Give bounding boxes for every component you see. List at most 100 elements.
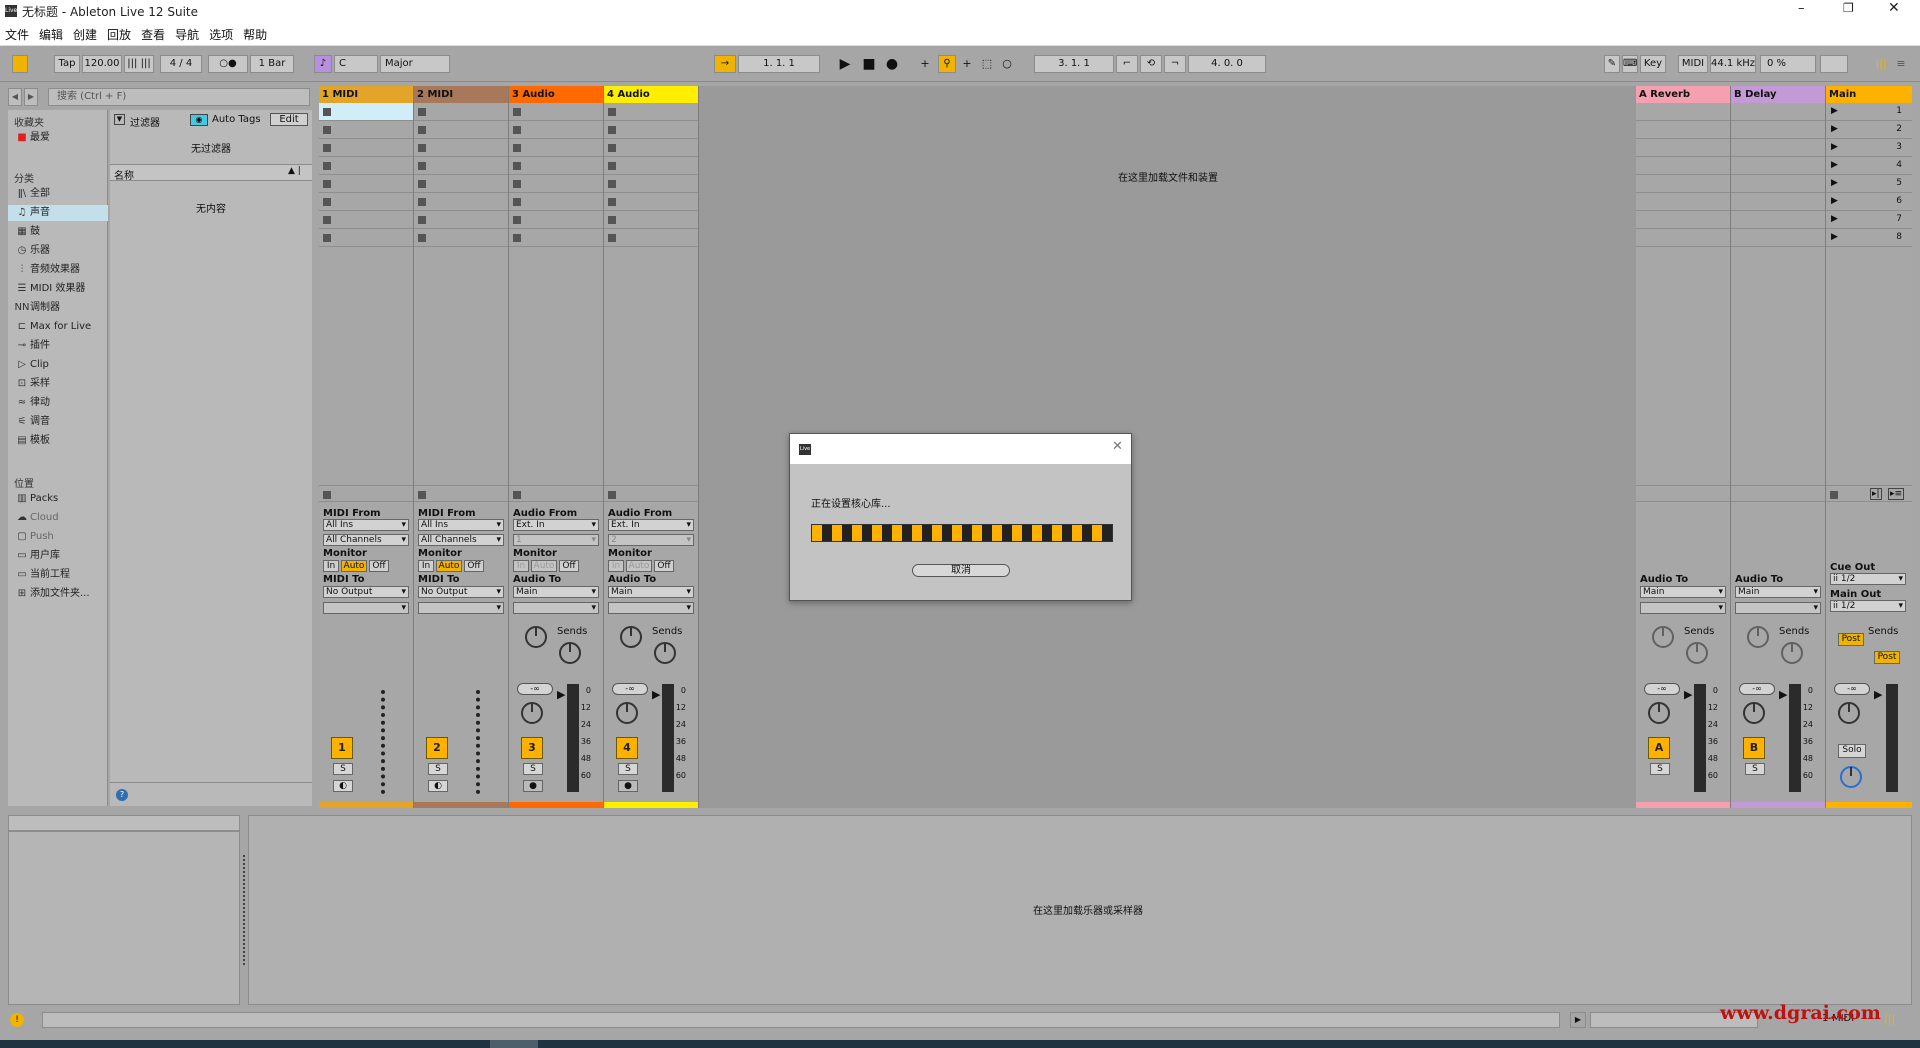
clip-slot[interactable]	[509, 139, 603, 157]
sort-asc-icon[interactable]: ▲ |	[288, 166, 301, 176]
cue-volume-knob[interactable]	[1840, 766, 1862, 788]
scene-5[interactable]: ▶ 5	[1826, 175, 1912, 193]
solo-button[interactable]: S	[523, 763, 543, 775]
clip-slot[interactable]	[319, 139, 413, 157]
volume-arrow-icon[interactable]: ▶	[1684, 688, 1692, 701]
clip-slot[interactable]	[509, 211, 603, 229]
send-b-knob[interactable]	[1781, 642, 1803, 664]
send-a-knob[interactable]	[525, 626, 547, 648]
scene-1[interactable]: ▶ 1	[1826, 103, 1912, 121]
solo-mode-button[interactable]: Solo	[1838, 744, 1866, 758]
clip-slot[interactable]	[509, 103, 603, 121]
menu-options[interactable]: 选项	[204, 22, 238, 43]
clip-slot[interactable]	[319, 157, 413, 175]
clip-slot[interactable]	[414, 157, 508, 175]
stop-icon[interactable]: ■	[860, 55, 878, 73]
output-channel-dropdown[interactable]	[1735, 602, 1821, 614]
clip-stop-icon[interactable]	[513, 234, 521, 242]
return-header[interactable]: B Delay	[1731, 86, 1825, 103]
filter-toggle-icon[interactable]: ▼	[114, 114, 125, 125]
scene-6[interactable]: ▶ 6	[1826, 193, 1912, 211]
monitor-off-button[interactable]: Off	[464, 560, 484, 572]
overdub-icon[interactable]: +	[916, 55, 934, 73]
volume-field[interactable]: -∞	[517, 683, 553, 695]
menu-create[interactable]: 创建	[68, 22, 102, 43]
output-dropdown[interactable]: Main	[513, 586, 599, 598]
clip-stop-icon[interactable]	[323, 216, 331, 224]
record-icon[interactable]: ●	[883, 55, 901, 73]
menu-view[interactable]: 查看	[136, 22, 170, 43]
clip-stop-icon[interactable]	[418, 144, 426, 152]
clip-stop-icon[interactable]	[513, 126, 521, 134]
arm-button[interactable]: ◐	[428, 780, 448, 792]
output-dropdown[interactable]: Main	[1640, 586, 1726, 598]
clip-slot[interactable]	[604, 139, 698, 157]
clip-slot[interactable]	[604, 103, 698, 121]
stop-clips-icon[interactable]	[608, 491, 616, 499]
clip-slot[interactable]	[319, 175, 413, 193]
scale-dropdown[interactable]: Major	[380, 55, 450, 73]
clip-slot[interactable]	[319, 211, 413, 229]
clip-stop-icon[interactable]	[323, 108, 331, 116]
clip-stop-icon[interactable]	[513, 144, 521, 152]
clip-stop-icon[interactable]	[608, 180, 616, 188]
clip-stop-icon[interactable]	[323, 144, 331, 152]
track-activator-button[interactable]: 3	[521, 737, 543, 759]
track-activator-button[interactable]: 2	[426, 737, 448, 759]
clip-stop-icon[interactable]	[513, 162, 521, 170]
send-b-knob[interactable]	[1686, 642, 1708, 664]
category-grooves[interactable]: ≈ 律动	[14, 395, 106, 411]
clip-stop-icon[interactable]	[418, 216, 426, 224]
send-a-knob[interactable]	[1652, 626, 1674, 648]
send-a-knob[interactable]	[620, 626, 642, 648]
stop-clips-icon[interactable]	[418, 491, 426, 499]
session-record-icon[interactable]: +	[958, 55, 976, 73]
track-activator-button[interactable]: 4	[616, 737, 638, 759]
menu-help[interactable]: 帮助	[238, 22, 272, 43]
scene-7[interactable]: ▶ 7	[1826, 211, 1912, 229]
clip-slot[interactable]	[319, 193, 413, 211]
category-audio-effects[interactable]: ⫶ 音频效果器	[14, 262, 106, 278]
key-dropdown[interactable]: C	[334, 55, 378, 73]
return-activator-button[interactable]: A	[1648, 737, 1670, 759]
capture-icon[interactable]: ⬚	[978, 55, 996, 73]
clip-slot[interactable]	[414, 229, 508, 247]
volume-arrow-icon[interactable]: ▶	[1779, 688, 1787, 701]
info-icon[interactable]: ?	[116, 789, 128, 801]
name-column-header[interactable]: 名称 ▲ |	[110, 164, 312, 182]
monitor-auto-button[interactable]: Auto	[531, 560, 557, 572]
time-signature[interactable]: 4 / 4	[160, 55, 202, 73]
place-push[interactable]: ▢ Push	[14, 529, 106, 545]
clip-stop-icon[interactable]	[418, 198, 426, 206]
solo-button[interactable]: S	[1650, 763, 1670, 775]
arrangement-position[interactable]: 1. 1. 1	[738, 55, 820, 73]
track-header[interactable]: 1 MIDI	[319, 86, 413, 103]
auto-tags-label[interactable]: Auto Tags	[212, 114, 261, 125]
volume-field[interactable]: -∞	[1644, 683, 1680, 695]
volume-arrow-icon[interactable]: ▶	[652, 688, 660, 701]
category-modulators[interactable]: NN调制器	[14, 300, 106, 316]
category-templates[interactable]: ▤ 模板	[14, 433, 106, 449]
menu-edit[interactable]: 编辑	[34, 22, 68, 43]
clip-slot[interactable]	[414, 139, 508, 157]
clip-stop-icon[interactable]	[323, 198, 331, 206]
monitor-off-button[interactable]: Off	[654, 560, 674, 572]
follow-icon[interactable]: →	[714, 55, 736, 73]
clip-stop-icon[interactable]	[608, 144, 616, 152]
output-channel-dropdown[interactable]	[513, 602, 599, 614]
main-header[interactable]: Main	[1826, 86, 1912, 103]
follow-action-icon[interactable]: ▸|	[1870, 488, 1882, 500]
clip-stop-icon[interactable]	[323, 162, 331, 170]
place-user-library[interactable]: ▭ 用户库	[14, 548, 106, 564]
clip-slot[interactable]	[604, 157, 698, 175]
back-icon[interactable]: ◀	[8, 88, 22, 106]
track-activator-button[interactable]: 1	[331, 737, 353, 759]
pan-knob[interactable]	[616, 702, 638, 724]
place-current-project[interactable]: ▭ 当前工程	[14, 567, 106, 583]
return-header[interactable]: A Reverb	[1636, 86, 1730, 103]
scene-2[interactable]: ▶ 2	[1826, 121, 1912, 139]
status-play-icon[interactable]: ▶	[1570, 1012, 1586, 1028]
scene-4[interactable]: ▶ 4	[1826, 157, 1912, 175]
category-all[interactable]: ǁ\ 全部	[14, 186, 106, 202]
output-channel-dropdown[interactable]	[323, 602, 409, 614]
